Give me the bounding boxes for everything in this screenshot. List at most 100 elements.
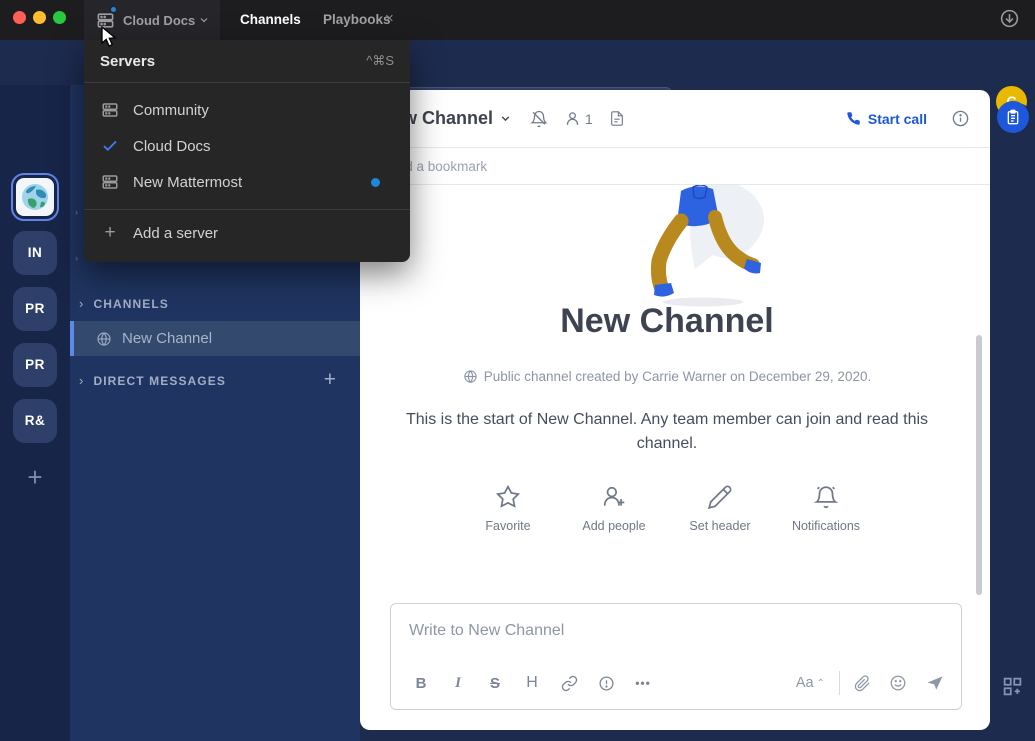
dropdown-title: Servers xyxy=(100,53,155,70)
add-server-label: Add a server xyxy=(133,225,218,242)
tab-playbooks[interactable]: Playbooks xyxy=(323,0,391,40)
team-item[interactable]: IN xyxy=(13,231,57,275)
zoom-window-button[interactable] xyxy=(53,11,66,24)
channel-intro-illustration xyxy=(360,185,974,307)
add-direct-message-button[interactable]: + xyxy=(324,368,336,392)
server-unread-dot xyxy=(109,5,118,14)
bell-muted-icon[interactable] xyxy=(530,110,548,128)
caret-up-icon: ⌃ xyxy=(817,678,825,689)
server-item-label: New Mattermost xyxy=(133,174,242,191)
channel-intro-actions: Favorite Add people Set header Notificat… xyxy=(360,484,974,533)
server-tab-label: Cloud Docs xyxy=(123,13,195,28)
playbooks-sidebar-button[interactable] xyxy=(997,101,1029,133)
server-item-new-mattermost[interactable]: New Mattermost xyxy=(84,164,410,200)
channel-created-text: Public channel created by Carrie Warner … xyxy=(484,369,871,384)
hidden-category-chevron: › xyxy=(75,207,78,217)
team-item-active[interactable] xyxy=(11,173,59,221)
message-composer: Write to New Channel B I S H ••• Aa ⌃ xyxy=(390,603,962,710)
sidebar-item-new-channel[interactable]: New Channel xyxy=(70,321,360,356)
paperclip-icon[interactable] xyxy=(854,675,871,692)
server-item-label: Community xyxy=(133,102,209,119)
toolbar-divider xyxy=(839,671,840,695)
running-person-illustration xyxy=(615,185,775,307)
team-initials: R& xyxy=(25,413,46,428)
servers-dropdown-menu: Servers ^⌘S Community Cloud Docs New Mat… xyxy=(84,40,410,262)
server-item-community[interactable]: Community xyxy=(84,92,410,128)
globe-icon xyxy=(463,369,478,384)
playbooks-clipboard-icon xyxy=(1005,109,1021,125)
main-content: New Channel 1 Start call + Add a bookmar… xyxy=(360,90,990,730)
phone-icon xyxy=(846,111,861,126)
favorite-button[interactable]: Favorite xyxy=(472,484,544,533)
action-label: Set header xyxy=(689,519,750,533)
dropdown-header: Servers ^⌘S xyxy=(84,40,410,82)
channel-intro-description: This is the start of New Channel. Any te… xyxy=(387,408,947,456)
formatting-toolbar: B I S H ••• Aa ⌃ xyxy=(409,669,945,697)
pencil-icon xyxy=(707,484,733,510)
scrollbar[interactable] xyxy=(976,335,982,595)
team-initials: IN xyxy=(28,245,43,260)
cursor-arrow xyxy=(100,26,118,48)
heading-button[interactable]: H xyxy=(520,674,544,692)
team-globe-avatar xyxy=(16,178,54,216)
chevron-right-icon: › xyxy=(79,373,84,388)
server-icon xyxy=(100,101,120,119)
emoji-icon[interactable] xyxy=(889,674,907,692)
server-icon xyxy=(100,173,120,191)
download-icon[interactable] xyxy=(999,8,1020,29)
hide-formatting-button[interactable]: Aa xyxy=(796,675,814,691)
channel-name: New Channel xyxy=(122,330,212,347)
channel-header: New Channel 1 Start call xyxy=(360,90,990,147)
chevron-right-icon: › xyxy=(79,296,84,311)
channel-intro-meta: Public channel created by Carrie Warner … xyxy=(360,369,974,384)
more-formatting-button[interactable]: ••• xyxy=(631,676,655,690)
notifications-button[interactable]: Notifications xyxy=(790,484,862,533)
action-label: Notifications xyxy=(792,519,860,533)
add-people-icon xyxy=(601,484,627,510)
add-bookmark-bar[interactable]: + Add a bookmark xyxy=(360,147,990,185)
globe-icon xyxy=(96,331,112,347)
chevron-down-icon[interactable] xyxy=(499,112,512,125)
message-input[interactable]: Write to New Channel xyxy=(409,622,564,640)
members-icon[interactable] xyxy=(564,110,581,127)
server-unread-dot xyxy=(371,178,380,187)
member-count: 1 xyxy=(585,111,593,127)
team-item[interactable]: PR xyxy=(13,343,57,387)
selected-channel-bar xyxy=(70,321,74,356)
close-window-button[interactable] xyxy=(13,11,26,24)
bold-button[interactable]: B xyxy=(409,675,433,692)
channel-intro-heading: New Channel xyxy=(360,302,974,341)
check-icon xyxy=(100,137,120,155)
info-icon[interactable] xyxy=(951,109,970,128)
link-icon[interactable] xyxy=(557,675,581,692)
add-team-button[interactable]: + xyxy=(0,459,70,495)
set-header-button[interactable]: Set header xyxy=(684,484,756,533)
chevron-down-icon xyxy=(198,14,210,26)
pinned-file-icon[interactable] xyxy=(609,110,625,127)
close-tab-icon[interactable]: × xyxy=(385,0,394,40)
category-direct-messages[interactable]: › DIRECT MESSAGES xyxy=(79,373,226,388)
send-icon[interactable] xyxy=(925,673,945,693)
start-call-button[interactable]: Start call xyxy=(846,111,927,127)
add-server-button[interactable]: + Add a server xyxy=(84,210,410,256)
server-item-label: Cloud Docs xyxy=(133,138,211,155)
minimize-window-button[interactable] xyxy=(33,11,46,24)
globe-icon xyxy=(20,182,50,212)
start-call-label: Start call xyxy=(868,111,927,127)
strikethrough-button[interactable]: S xyxy=(483,675,507,692)
team-item[interactable]: R& xyxy=(13,399,57,443)
add-people-button[interactable]: Add people xyxy=(578,484,650,533)
action-label: Add people xyxy=(582,519,645,533)
bell-icon xyxy=(813,484,839,510)
hidden-category-chevron: › xyxy=(75,253,78,263)
category-channels[interactable]: › CHANNELS xyxy=(79,296,169,311)
tab-channels[interactable]: Channels xyxy=(240,0,301,40)
category-label: DIRECT MESSAGES xyxy=(93,374,226,388)
priority-icon[interactable] xyxy=(594,675,618,692)
dropdown-shortcut: ^⌘S xyxy=(366,53,394,69)
team-sidebar: IN PR PR R& + xyxy=(0,85,70,741)
apps-grid-plus-icon[interactable] xyxy=(1002,676,1023,697)
italic-button[interactable]: I xyxy=(446,675,470,692)
team-item[interactable]: PR xyxy=(13,287,57,331)
server-item-cloud-docs[interactable]: Cloud Docs xyxy=(84,128,410,164)
